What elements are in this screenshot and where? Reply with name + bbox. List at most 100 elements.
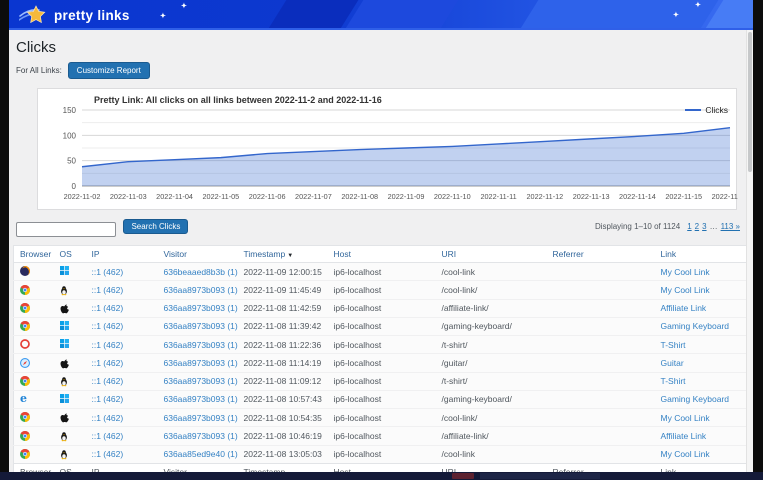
ip-link[interactable]: ::1 (462) xyxy=(92,413,124,423)
ip-link[interactable]: ::1 (462) xyxy=(92,321,124,331)
column-header-uri[interactable]: URI xyxy=(436,246,547,263)
chart-x-tick-label: 2022-11-04 xyxy=(156,192,193,201)
ip-link[interactable]: ::1 (462) xyxy=(92,394,124,404)
pretty-link-link[interactable]: My Cool Link xyxy=(661,285,710,295)
scrollbar-thumb[interactable] xyxy=(748,32,752,172)
legend-label: Clicks xyxy=(705,105,728,115)
ip-link[interactable]: ::1 (462) xyxy=(92,303,124,313)
host-value: ip6-localhost xyxy=(334,431,382,441)
ip-link[interactable]: ::1 (462) xyxy=(92,431,124,441)
sparkle-icon: ✦ xyxy=(181,3,187,10)
linux-icon xyxy=(60,431,70,442)
uri-value: /cool-link/ xyxy=(442,285,478,295)
visitor-link[interactable]: 636beaaed8b3b (1) xyxy=(164,267,238,277)
column-header-uri[interactable]: URI xyxy=(436,463,547,472)
page-link[interactable]: 2 xyxy=(695,222,699,231)
column-header-host[interactable]: Host xyxy=(328,246,436,263)
host-value: ip6-localhost xyxy=(334,321,382,331)
search-input[interactable] xyxy=(16,222,116,237)
chart-x-tick-label: 2022-11-05 xyxy=(202,192,239,201)
column-header-os[interactable]: OS xyxy=(54,246,86,263)
pretty-link-link[interactable]: My Cool Link xyxy=(661,413,710,423)
last-page-link[interactable]: 113 » xyxy=(721,222,740,231)
pretty-link-link[interactable]: Gaming Keyboard xyxy=(661,394,730,404)
chart-x-tick-label: 2022-11-07 xyxy=(295,192,332,201)
timestamp-value: 2022-11-08 11:22:36 xyxy=(244,340,322,350)
uri-value: /cool-link xyxy=(442,267,476,277)
pretty-link-link[interactable]: My Cool Link xyxy=(661,267,710,277)
pretty-link-link[interactable]: Affiliate Link xyxy=(661,431,707,441)
chart-x-tick-label: 2022-11-12 xyxy=(526,192,563,201)
pretty-link-link[interactable]: Guitar xyxy=(661,358,684,368)
visitor-link[interactable]: 636aa8973b093 (1) xyxy=(164,303,238,313)
host-value: ip6-localhost xyxy=(334,303,382,313)
ip-link[interactable]: ::1 (462) xyxy=(92,340,124,350)
search-clicks-button[interactable]: Search Clicks xyxy=(123,219,188,234)
column-header-timestamp[interactable]: Timestamp▼ xyxy=(238,246,328,263)
column-header-link[interactable]: Link xyxy=(655,463,750,472)
visitor-link[interactable]: 636aa8973b093 (1) xyxy=(164,340,238,350)
timestamp-value: 2022-11-08 10:54:35 xyxy=(244,413,322,423)
page-link[interactable]: 3 xyxy=(702,222,706,231)
column-header-referrer[interactable]: Referrer xyxy=(547,463,655,472)
chrome-icon xyxy=(20,412,30,423)
content: Clicks For All Links: Customize Report 0… xyxy=(9,30,746,472)
bottom-bar-red-segment xyxy=(452,473,474,479)
chrome-icon xyxy=(20,431,30,442)
logo-text: pretty links xyxy=(54,8,130,23)
pretty-link-link[interactable]: Affiliate Link xyxy=(661,303,707,313)
visitor-link[interactable]: 636aa8973b093 (1) xyxy=(164,431,238,441)
column-header-label: URI xyxy=(442,249,457,259)
pretty-link-link[interactable]: T-Shirt xyxy=(661,340,686,350)
ip-link[interactable]: ::1 (462) xyxy=(92,376,124,386)
apple-icon xyxy=(60,412,70,423)
uri-value: /gaming-keyboard/ xyxy=(442,321,512,331)
uri-value: /affiliate-link/ xyxy=(442,431,489,441)
pretty-link-link[interactable]: Gaming Keyboard xyxy=(661,321,730,331)
table-row: ::1 (462)636aa8973b093 (1)2022-11-08 11:… xyxy=(14,317,750,335)
column-header-visitor[interactable]: Visitor xyxy=(158,246,238,263)
pretty-link-link[interactable]: My Cool Link xyxy=(661,449,710,459)
table-row: ::1 (462)636aa8973b093 (1)2022-11-08 10:… xyxy=(14,427,750,445)
column-header-label: Browser xyxy=(20,249,51,259)
chart-x-tick-label: 2022-11-03 xyxy=(110,192,147,201)
host-value: ip6-localhost xyxy=(334,358,382,368)
column-header-label: IP xyxy=(92,249,100,259)
ip-link[interactable]: ::1 (462) xyxy=(92,267,124,277)
visitor-link[interactable]: 636aa8973b093 (1) xyxy=(164,321,238,331)
pretty-link-link[interactable]: T-Shirt xyxy=(661,376,686,386)
visitor-link[interactable]: 636aa8973b093 (1) xyxy=(164,285,238,295)
column-header-host[interactable]: Host xyxy=(328,463,436,472)
scrollbar[interactable] xyxy=(746,30,753,472)
column-header-browser[interactable]: Browser xyxy=(14,463,54,472)
chrome-icon xyxy=(20,376,30,387)
ip-link[interactable]: ::1 (462) xyxy=(92,358,124,368)
column-header-label: OS xyxy=(60,249,72,259)
header-row: Browser OS IP VisitorTimestamp▼Host URI Refer… xyxy=(14,246,750,263)
page-link[interactable]: 1 xyxy=(687,222,691,231)
pretty-links-logo: pretty links xyxy=(19,3,130,27)
apple-icon xyxy=(60,358,70,369)
column-header-timestamp[interactable]: Timestamp xyxy=(238,463,328,472)
column-header-os[interactable]: OS xyxy=(54,463,86,472)
timestamp-value: 2022-11-09 12:00:15 xyxy=(244,267,322,277)
ip-link[interactable]: ::1 (462) xyxy=(92,285,124,295)
visitor-link[interactable]: 636aa8973b093 (1) xyxy=(164,394,238,404)
column-header-browser[interactable]: Browser xyxy=(14,246,54,263)
host-value: ip6-localhost xyxy=(334,285,382,295)
visitor-link[interactable]: 636aa8973b093 (1) xyxy=(164,413,238,423)
column-header-visitor[interactable]: Visitor xyxy=(158,463,238,472)
chrome-icon xyxy=(20,321,30,332)
apple-icon xyxy=(60,303,70,314)
column-header-ip[interactable]: IP xyxy=(86,246,158,263)
column-header-referrer[interactable]: Referrer xyxy=(547,246,655,263)
visitor-link[interactable]: 636aa8973b093 (1) xyxy=(164,358,238,368)
visitor-link[interactable]: 636aa8973b093 (1) xyxy=(164,376,238,386)
chart-x-tick-label: 2022-11-14 xyxy=(619,192,656,201)
visitor-link[interactable]: 636aa85ed9e40 (1) xyxy=(164,449,238,459)
ip-link[interactable]: ::1 (462) xyxy=(92,449,124,459)
column-header-ip[interactable]: IP xyxy=(86,463,158,472)
column-header-link[interactable]: Link xyxy=(655,246,750,263)
customize-report-button[interactable]: Customize Report xyxy=(68,62,150,79)
host-value: ip6-localhost xyxy=(334,376,382,386)
